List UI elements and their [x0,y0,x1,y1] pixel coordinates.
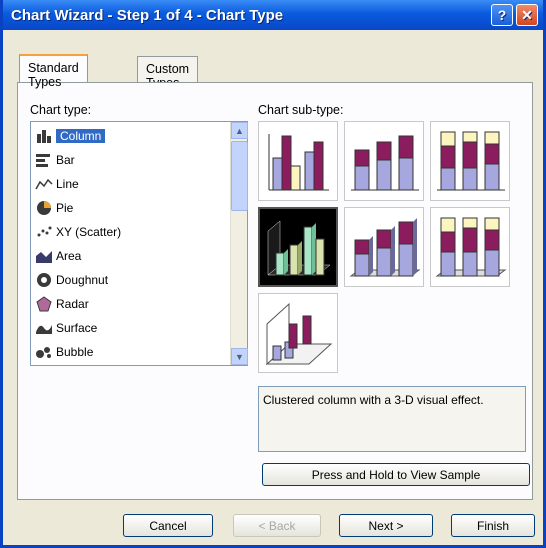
stacked-column-icon [351,135,419,191]
doughnut-chart-icon [35,272,53,288]
scroll-up-button[interactable]: ▲ [231,122,248,139]
chart-type-item-label: Pie [56,201,74,215]
finish-button[interactable]: Finish [451,514,535,537]
chart-type-item-label: XY (Scatter) [56,225,122,239]
chart-type-item-bubble[interactable]: Bubble [35,342,225,362]
subtype-stacked-column-3d-effect[interactable] [344,207,424,287]
chart-type-item-line[interactable]: Line [35,174,225,194]
stacked-column-3d-icon [349,218,421,277]
clustered-column-icon [268,134,329,191]
chart-wizard-dialog: Chart Wizard - Step 1 of 4 - Chart Type … [0,0,546,548]
press-and-hold-button[interactable]: Press and Hold to View Sample [262,463,530,486]
standard-types-panel: Chart type: Column Bar Line Pie XY (Scatter)… [17,82,533,500]
chart-type-list[interactable]: Column Bar Line Pie XY (Scatter) Area Doughnut… [30,121,248,366]
window-title: Chart Wizard - Step 1 of 4 - Chart Type [11,7,284,24]
subtype-description: Clustered column with a 3-D visual effec… [258,386,526,452]
column-3d-icon [265,302,333,366]
chart-type-item-radar[interactable]: Radar [35,294,225,314]
help-icon: ? [497,7,507,23]
scroll-thumb[interactable] [231,141,248,211]
chart-type-item-doughnut[interactable]: Doughnut [35,270,225,290]
area-chart-icon [35,248,53,264]
chart-type-item-label: Radar [56,297,89,311]
title-bar: Chart Wizard - Step 1 of 4 - Chart Type … [3,0,543,30]
chart-type-item-label: Line [56,177,79,191]
scatter-chart-icon [35,224,53,240]
next-button[interactable]: Next > [339,514,433,537]
chart-type-item-label: Area [56,249,82,263]
chart-type-item-label: Bar [56,153,75,167]
subtype-100-stacked-column[interactable] [430,121,510,201]
pie-chart-icon [35,200,53,216]
radar-chart-icon [35,296,53,312]
subtype-stacked-column[interactable] [344,121,424,201]
chart-type-item-bar[interactable]: Bar [35,150,225,170]
help-button[interactable]: ? [491,4,513,26]
bubble-chart-icon [35,344,53,360]
subtype-clustered-column-3d-effect[interactable] [258,207,338,287]
back-button[interactable]: < Back [233,514,321,537]
stacked-100-column-icon [437,131,505,191]
clustered-column-3d-icon [267,220,331,276]
surface-chart-icon [35,320,53,336]
bar-chart-icon [35,152,53,168]
close-icon: ✕ [521,6,533,23]
chart-type-item-label: Bubble [56,345,94,359]
tab-custom-types[interactable]: Custom Types [137,56,199,90]
chart-type-item-surface[interactable]: Surface [35,318,225,338]
tab-standard-types[interactable]: Standard Types [19,54,88,89]
chart-type-label: Chart type: [30,103,92,117]
column-chart-icon [35,128,53,144]
chart-type-item-label: Surface [56,321,98,335]
close-button[interactable]: ✕ [516,4,538,26]
stacked-100-column-3d-icon [435,217,507,277]
line-chart-icon [35,176,53,192]
chart-type-item-pie[interactable]: Pie [35,198,225,218]
chart-subtype-label: Chart sub-type: [258,103,344,117]
chart-type-item-label: Doughnut [56,273,109,287]
chart-type-item-label: Column [56,129,106,143]
chart-type-item-area[interactable]: Area [35,246,225,266]
scroll-down-button[interactable]: ▼ [231,348,248,365]
chart-type-item-xy-scatter[interactable]: XY (Scatter) [35,222,225,242]
list-scrollbar[interactable]: ▲ ▼ [230,122,248,365]
subtype-3d-column[interactable] [258,293,338,373]
subtype-clustered-column[interactable] [258,121,338,201]
cancel-button[interactable]: Cancel [123,514,213,537]
chart-type-item-column[interactable]: Column [35,126,225,146]
subtype-100-stacked-column-3d-effect[interactable] [430,207,510,287]
